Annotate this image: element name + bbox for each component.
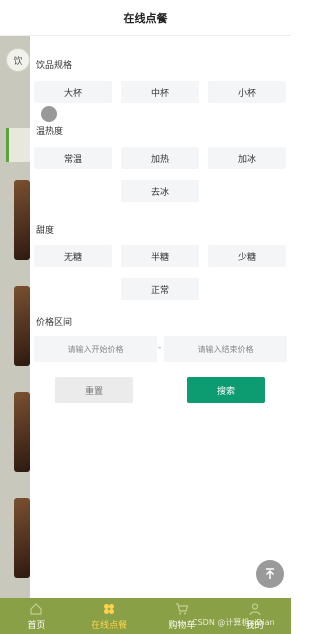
arrow-up-icon (265, 568, 275, 579)
background-product-thumb (14, 180, 30, 260)
sweetness-option-less[interactable]: 少糖 (208, 245, 286, 267)
reset-button[interactable]: 重置 (55, 377, 133, 403)
scroll-to-top-button[interactable] (256, 560, 284, 588)
user-icon (249, 603, 261, 616)
price-section-label: 价格区间 (36, 318, 73, 328)
filter-drawer: 饮品规格 大杯 中杯 小杯 温热度 常温 加热 加冰 去冰 甜度 无糖 半糖 少… (30, 36, 291, 598)
price-separator: - (158, 343, 162, 353)
search-button[interactable]: 搜索 (187, 377, 265, 403)
background-product-thumb (14, 286, 30, 366)
spec-option-large[interactable]: 大杯 (34, 81, 112, 103)
background-product-thumb (14, 392, 30, 472)
spec-section-label: 饮品规格 (36, 61, 73, 71)
temperature-option-hot[interactable]: 加热 (121, 147, 199, 169)
price-min-input[interactable]: 请输入开始价格 (34, 336, 157, 362)
temperature-option-no-ice[interactable]: 去冰 (121, 180, 199, 202)
top-bar: 在线点餐 (0, 0, 291, 36)
drag-handle[interactable] (41, 106, 57, 122)
tab-profile[interactable]: 我的 (218, 598, 291, 634)
spec-option-medium[interactable]: 中杯 (121, 81, 199, 103)
tab-label: 在线点餐 (91, 621, 128, 631)
tab-cart[interactable]: 购物车 (146, 598, 219, 634)
sweetness-option-normal[interactable]: 正常 (121, 278, 199, 300)
tab-label: 首页 (27, 621, 46, 631)
temperature-option-ice[interactable]: 加冰 (208, 147, 286, 169)
sweetness-option-half[interactable]: 半糖 (121, 245, 199, 267)
sweetness-section-label: 甜度 (36, 226, 55, 236)
background-product-thumb (14, 498, 30, 578)
temperature-option-room[interactable]: 常温 (34, 147, 112, 169)
home-icon (30, 603, 42, 615)
watermark-text: CSDN @计算机xiDian (192, 618, 275, 627)
sweetness-option-none[interactable]: 无糖 (34, 245, 112, 267)
background-category-tab (6, 128, 30, 162)
cart-icon (175, 603, 189, 615)
price-max-input[interactable]: 请输入结束价格 (164, 336, 287, 362)
page-title: 在线点餐 (123, 11, 168, 25)
tab-home[interactable]: 首页 (0, 598, 73, 634)
order-icon (104, 604, 115, 614)
bottom-tab-bar: 首页 在线点餐 购物车 我的 (0, 598, 291, 634)
background-search-text: 饮 (13, 56, 23, 67)
tab-order[interactable]: 在线点餐 (73, 598, 146, 634)
background-search-box: 饮 (6, 48, 30, 72)
temperature-section-label: 温热度 (36, 127, 64, 137)
spec-option-small[interactable]: 小杯 (208, 81, 286, 103)
